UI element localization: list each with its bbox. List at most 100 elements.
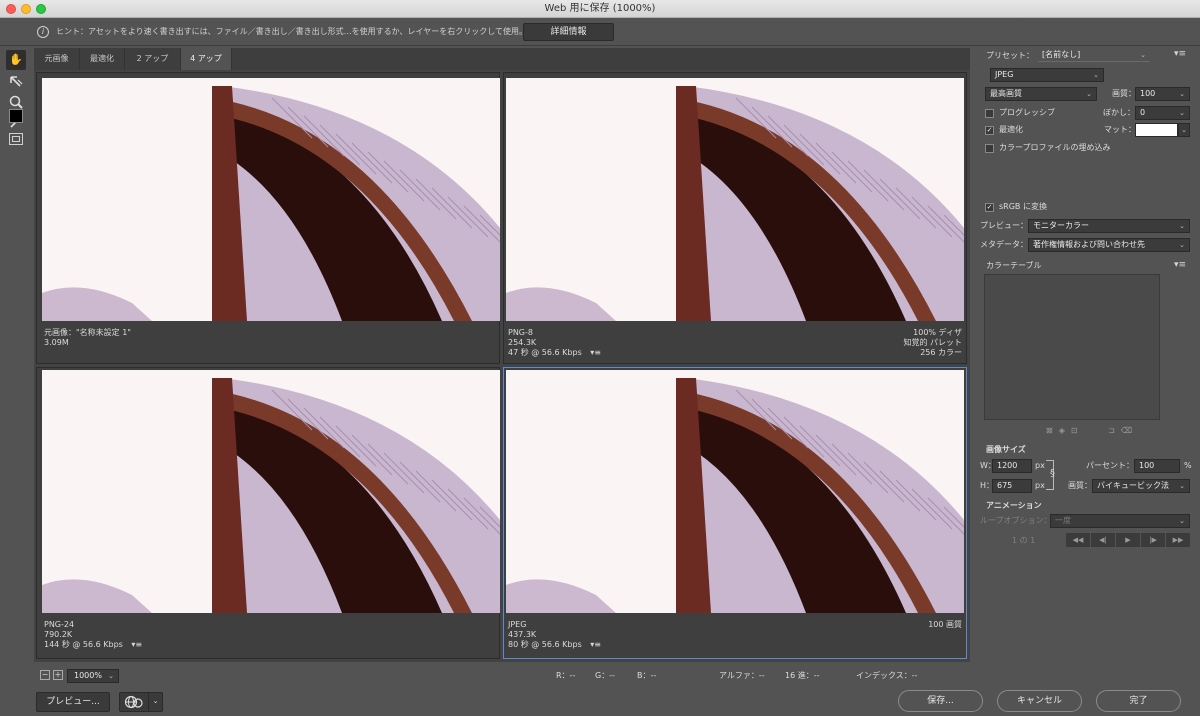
zoom-in-button[interactable]: + (53, 670, 63, 680)
lock-icon[interactable]: ⊡ (1071, 426, 1084, 435)
eyedropper-color-swatch[interactable] (9, 109, 23, 123)
zoom-window-button[interactable] (36, 4, 46, 14)
pane-colors: 256 カラー (920, 348, 962, 357)
preview-value: モニターカラー (1033, 221, 1089, 230)
details-button[interactable]: 詳細情報 (523, 23, 614, 41)
quality-label: 画質： (1112, 89, 1136, 98)
pane-time-row: 144 秒 @ 56.6 Kbps ▾≡ (44, 640, 142, 650)
chevron-down-icon: ⌄ (1086, 90, 1092, 98)
roof-graphic (42, 78, 500, 321)
done-button[interactable]: 完了 (1096, 690, 1181, 712)
preview-pane-jpeg[interactable]: JPEG 437.3K 80 秒 @ 56.6 Kbps ▾≡ 100 画質 (503, 367, 967, 659)
pane-size: 3.09M (44, 338, 69, 347)
window-title-bar: Web 用に保存 (1000%) (0, 0, 1200, 18)
pane-time: 80 秒 @ 56.6 Kbps (508, 640, 582, 649)
cancel-button[interactable]: キャンセル (997, 690, 1082, 712)
preview-image (42, 78, 500, 321)
save-button[interactable]: 保存... (898, 690, 983, 712)
red-readout: R：-- (556, 671, 576, 680)
color-table-menu-icon[interactable]: ▾≡ (1174, 260, 1186, 270)
link-icon[interactable]: § (1050, 468, 1055, 479)
pane-menu-icon[interactable]: ▾≡ (590, 348, 601, 357)
preview-pane-png8[interactable]: PNG-8 254.3K 47 秒 @ 56.6 Kbps ▾≡ 100% ディ… (503, 72, 967, 364)
settings-menu-icon[interactable]: ▾≡ (1174, 49, 1186, 59)
view-tabs: 元画像 最適化 2 アップ 4 アップ (34, 48, 970, 70)
map-color-icon[interactable]: ⊠ (1046, 426, 1059, 435)
matte-color-swatch[interactable] (1135, 123, 1178, 137)
pane-palette: 知覚的 パレット (903, 338, 962, 347)
preset-label: プリセット： (986, 51, 1034, 60)
blur-value: 0 (1140, 108, 1146, 117)
height-unit: px (1035, 481, 1045, 490)
zoom-select[interactable]: 1000% ⌄ (67, 669, 119, 683)
percent-unit: % (1184, 461, 1192, 470)
chevron-down-icon: ⌄ (1179, 482, 1185, 490)
tab-4up[interactable]: 4 アップ (181, 48, 232, 70)
cube-icon[interactable]: ◈ (1059, 426, 1071, 435)
preset-select[interactable]: [名前なし] ⌄ (1038, 49, 1150, 62)
pane-info-right: 100 画質 (928, 620, 962, 630)
percent-input[interactable]: 100 (1134, 459, 1180, 473)
toggle-slices-icon[interactable] (9, 133, 23, 145)
browser-preview-select[interactable]: ⌄ (119, 692, 163, 712)
previous-frame-icon[interactable]: ◀| (1091, 533, 1115, 547)
quality-input[interactable]: 100 ⌄ (1135, 87, 1190, 101)
close-window-button[interactable] (6, 4, 16, 14)
quality-preset-select[interactable]: 最高画質 ⌄ (985, 87, 1097, 101)
loop-value: 一度 (1055, 516, 1071, 525)
pane-format: JPEG (508, 620, 527, 629)
preview-image (506, 78, 964, 321)
format-value: JPEG (995, 70, 1014, 79)
height-input[interactable]: 675 (992, 479, 1032, 493)
pane-time-row: 80 秒 @ 56.6 Kbps ▾≡ (508, 640, 601, 650)
embed-profile-label: カラープロファイルの埋め込み (999, 143, 1111, 152)
blue-readout: B：-- (637, 671, 657, 680)
pane-time: 47 秒 @ 56.6 Kbps (508, 348, 582, 357)
pane-info-left: 元画像："名称未設定 1" 3.09M (44, 328, 131, 348)
chevron-down-icon: ⌄ (1179, 517, 1185, 525)
width-input[interactable]: 1200 (992, 459, 1032, 473)
preview-select[interactable]: モニターカラー ⌄ (1028, 219, 1190, 233)
metadata-select[interactable]: 著作権情報および問い合わせ先 ⌄ (1028, 238, 1190, 252)
loop-select[interactable]: 一度 ⌄ (1050, 514, 1190, 528)
trash-icon[interactable]: ⌫ (1121, 426, 1138, 435)
play-icon[interactable]: ▶ (1116, 533, 1140, 547)
progressive-checkbox[interactable] (985, 109, 994, 118)
preview-pane-png24[interactable]: PNG-24 790.2K 144 秒 @ 56.6 Kbps ▾≡ (36, 367, 500, 659)
tab-original[interactable]: 元画像 (34, 48, 80, 70)
pane-menu-icon[interactable]: ▾≡ (590, 640, 601, 649)
pane-info-right: 100% ディザ 知覚的 パレット 256 カラー (903, 328, 962, 358)
globe-icon (124, 695, 143, 709)
last-frame-icon[interactable]: ▶▶ (1166, 533, 1190, 547)
srgb-checkbox[interactable]: ✓ (985, 203, 994, 212)
hand-tool-icon[interactable]: ✋ (6, 50, 26, 70)
tab-2up[interactable]: 2 アップ (125, 48, 181, 70)
pane-info-left: PNG-8 254.3K 47 秒 @ 56.6 Kbps ▾≡ (508, 328, 601, 358)
chevron-down-icon: ⌄ (1179, 109, 1185, 117)
chevron-down-icon: ⌄ (1179, 90, 1185, 98)
chevron-down-icon: ⌄ (1179, 222, 1185, 230)
width-unit: px (1035, 461, 1045, 470)
preview-button[interactable]: プレビュー... (36, 692, 110, 712)
embed-profile-checkbox[interactable] (985, 144, 994, 153)
first-frame-icon[interactable]: ◀◀ (1066, 533, 1090, 547)
minimize-window-button[interactable] (21, 4, 31, 14)
alpha-readout: アルファ：-- (719, 671, 765, 680)
matte-select[interactable]: ⌄ (1178, 123, 1190, 137)
color-table-actions: ⊠◈⊡ ⊐⌫ (1046, 426, 1138, 435)
format-select[interactable]: JPEG ⌄ (990, 68, 1104, 82)
preview-pane-original[interactable]: 元画像："名称未設定 1" 3.09M (36, 72, 500, 364)
slice-select-tool-icon[interactable] (8, 74, 24, 90)
color-table[interactable] (984, 274, 1160, 420)
new-color-icon[interactable]: ⊐ (1108, 426, 1121, 435)
pane-menu-icon[interactable]: ▾≡ (131, 640, 142, 649)
next-frame-icon[interactable]: |▶ (1141, 533, 1165, 547)
zoom-tool-icon[interactable] (8, 94, 24, 110)
blur-input[interactable]: 0 ⌄ (1135, 106, 1190, 120)
resample-select[interactable]: バイキュービック法 ⌄ (1092, 479, 1190, 493)
zoom-out-button[interactable]: − (40, 670, 50, 680)
info-icon: i (37, 26, 49, 38)
roof-graphic (506, 78, 964, 321)
optimize-checkbox[interactable]: ✓ (985, 126, 994, 135)
tab-optimized[interactable]: 最適化 (80, 48, 125, 70)
